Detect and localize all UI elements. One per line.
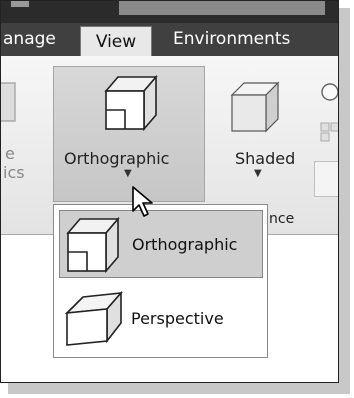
tab-view[interactable]: View [80, 26, 152, 57]
window-shadow-right [339, 8, 350, 391]
title-bar [1, 1, 338, 23]
chevron-down-icon: ▼ [254, 168, 262, 179]
ribbon-panel-title: nce [269, 211, 295, 227]
partial-tool-label-bottom: ics [3, 163, 25, 182]
orthographic-cube-icon [104, 75, 158, 131]
shaded-button-label: Shaded [235, 149, 296, 168]
title-bar-caption-area [119, 1, 325, 15]
projection-dropdown-menu: Orthographic Perspective [53, 204, 268, 358]
ribbon-tab-bar: anage View Environments [1, 23, 338, 57]
orthographic-button-label: Orthographic [64, 149, 170, 168]
partial-tool-label-top: e [5, 144, 15, 163]
partial-control-box[interactable] [314, 161, 338, 197]
menu-item-label: Perspective [131, 309, 224, 328]
title-bar-control[interactable] [11, 1, 29, 7]
tab-manage[interactable]: anage [3, 29, 56, 49]
menu-item-perspective[interactable]: Perspective [59, 285, 263, 353]
circle-icon[interactable] [319, 81, 339, 105]
perspective-box-icon [64, 291, 123, 346]
partial-tool-icon [1, 82, 16, 122]
chevron-down-icon: ▼ [124, 168, 132, 179]
orthographic-cube-icon [66, 217, 120, 273]
tab-environments[interactable]: Environments [173, 29, 290, 49]
mouse-pointer-icon [132, 186, 153, 217]
shaded-cube-icon[interactable] [230, 81, 282, 133]
grid-icon[interactable] [320, 122, 339, 144]
menu-item-label: Orthographic [132, 235, 238, 254]
window-shadow-bottom [8, 383, 350, 394]
menu-item-orthographic[interactable]: Orthographic [59, 210, 263, 278]
application-window: anage View Environments e ics Orthograph… [0, 0, 339, 383]
